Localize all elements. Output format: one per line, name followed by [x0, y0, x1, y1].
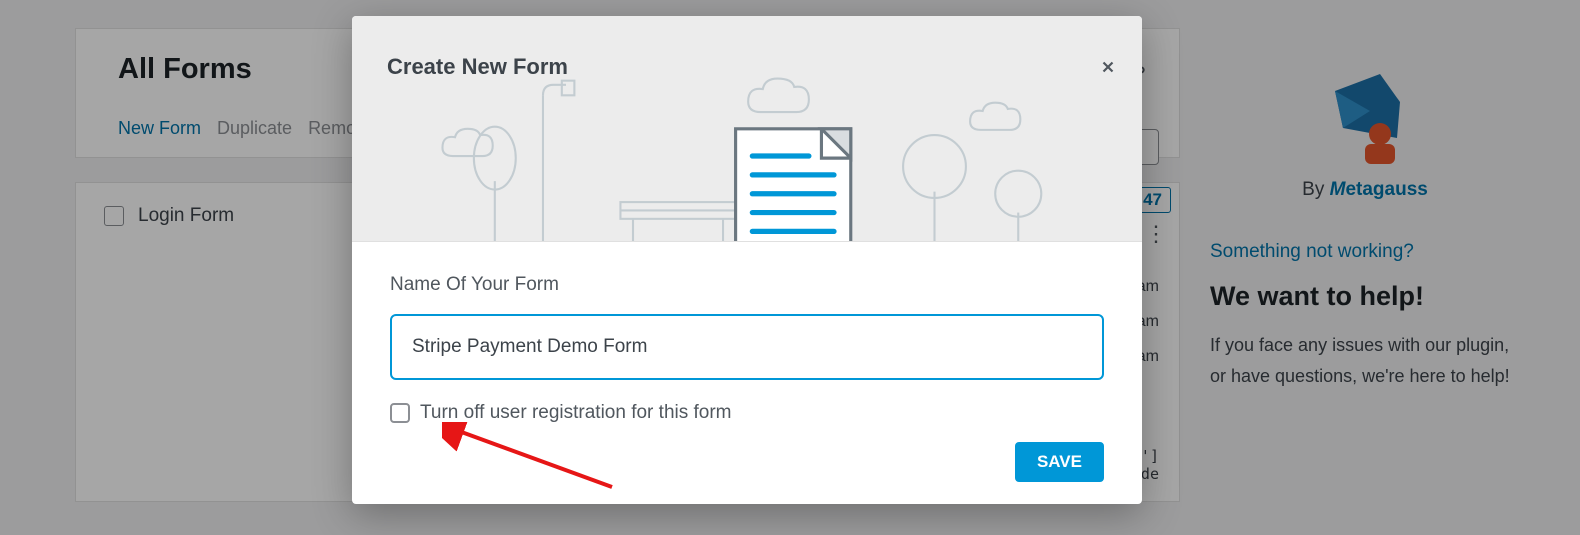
modal-body: Name Of Your Form Turn off user registra… — [352, 242, 1142, 442]
checkbox[interactable] — [390, 403, 410, 423]
checkbox-label: Turn off user registration for this form — [420, 402, 732, 424]
turn-off-registration-row[interactable]: Turn off user registration for this form — [390, 402, 1104, 424]
header-illustration — [432, 66, 1102, 242]
save-button[interactable]: SAVE — [1015, 442, 1104, 482]
modal-footer: SAVE — [352, 442, 1142, 504]
create-form-modal: Create New Form — [352, 16, 1142, 504]
form-name-input[interactable] — [390, 314, 1104, 380]
modal-header: Create New Form — [352, 16, 1142, 242]
name-field-label: Name Of Your Form — [390, 274, 1104, 296]
